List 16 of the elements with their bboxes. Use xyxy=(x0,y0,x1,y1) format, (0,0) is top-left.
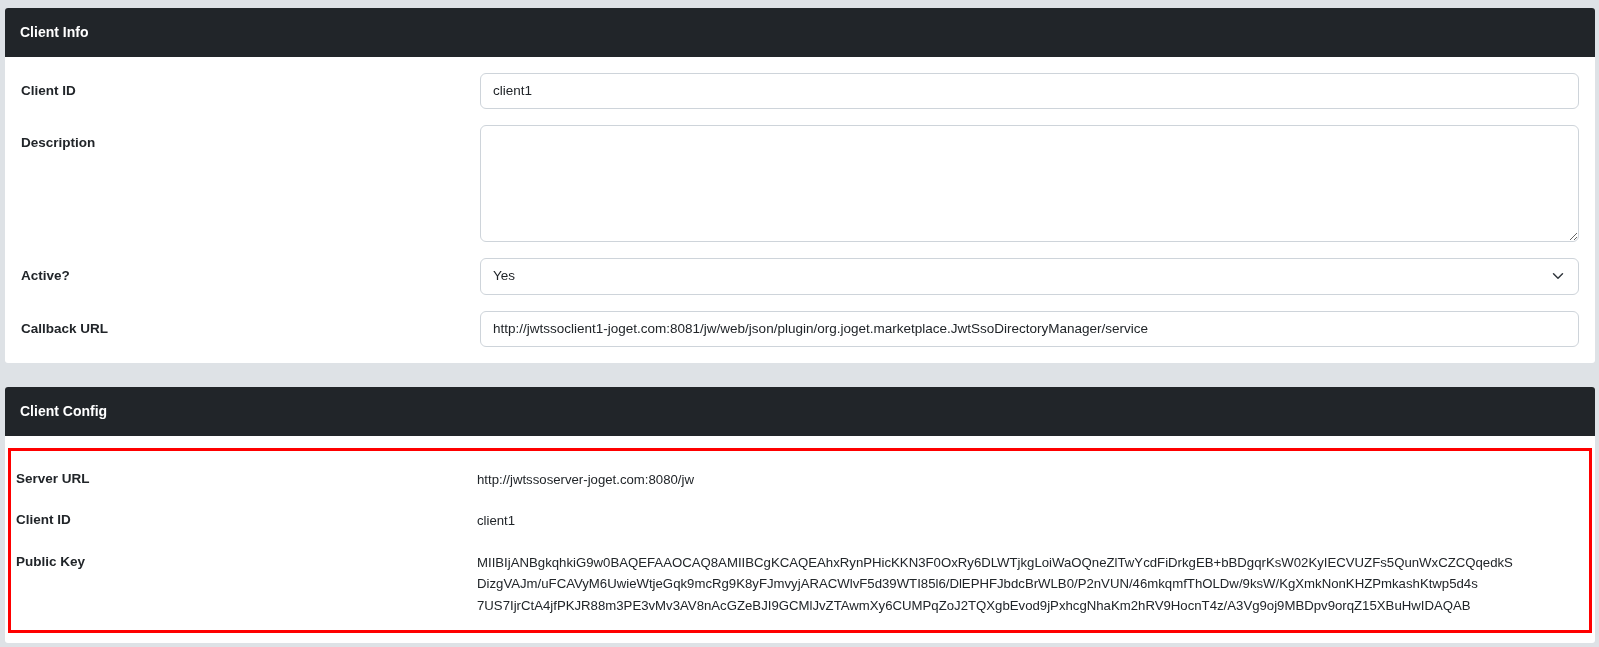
dropdown-field[interactable]: Yes xyxy=(480,258,1579,295)
field-value: client1 xyxy=(477,512,516,531)
text-field[interactable]: client1 xyxy=(480,73,1579,110)
field-value: http://jwtssoserver-joget.com:8080/jw xyxy=(477,470,694,489)
field-value: MIIBIjANBgkqhkiG9w0BAQEFAAOCAQ8AMIIBCgKCAQEAhxRynPHicKKN3F0OxRy6DLWTjkgLoiWaOQneZlTwYcdFiDrkgEB+bBDgqrKsW02KyIECVUZFs5QunWxCZCQqedkS DizgVAJm/uFCAVyM6UwieWtjeGqk9mcRg9K8yFJmvyjARACWlvF5d39WTI85l6/DlEPHFJbdcBrWLB0/P2nVUN/46mkqmfThOLDw/9ksW/KgXmkNonKHZPmkashKtwp5d4s 7US7IjrCtA4jfPKJR88m3PE3vMv3AV8nAcGZeBJI9GCMlJvZTAwmXy6CUMPqZoJ2TQXgbEvod9jPxhcgNhaKm2hRV9HocnT4z/A3Vg9oj9MBDpv9orqZ15XBuHwIDAQAB xyxy=(477,553,1513,615)
text-field[interactable]: http://jwtssoclient1-joget.com:8081/jw/web/json/plugin/org.joget.marketplace.JwtSsoDirectoryManager/service xyxy=(480,310,1579,347)
field-label: Client ID xyxy=(15,511,72,530)
field-label: Client ID xyxy=(21,82,77,100)
field-label: Callback URL xyxy=(21,319,110,338)
field-label: Active? xyxy=(21,267,71,286)
panel-header: Client Info xyxy=(5,8,1595,57)
field-label: Server URL xyxy=(15,469,91,488)
field-label: Description xyxy=(21,134,97,153)
panel-header: Client Config xyxy=(5,386,1595,436)
textarea-field[interactable] xyxy=(480,125,1579,243)
field-label: Public Key xyxy=(15,552,87,571)
